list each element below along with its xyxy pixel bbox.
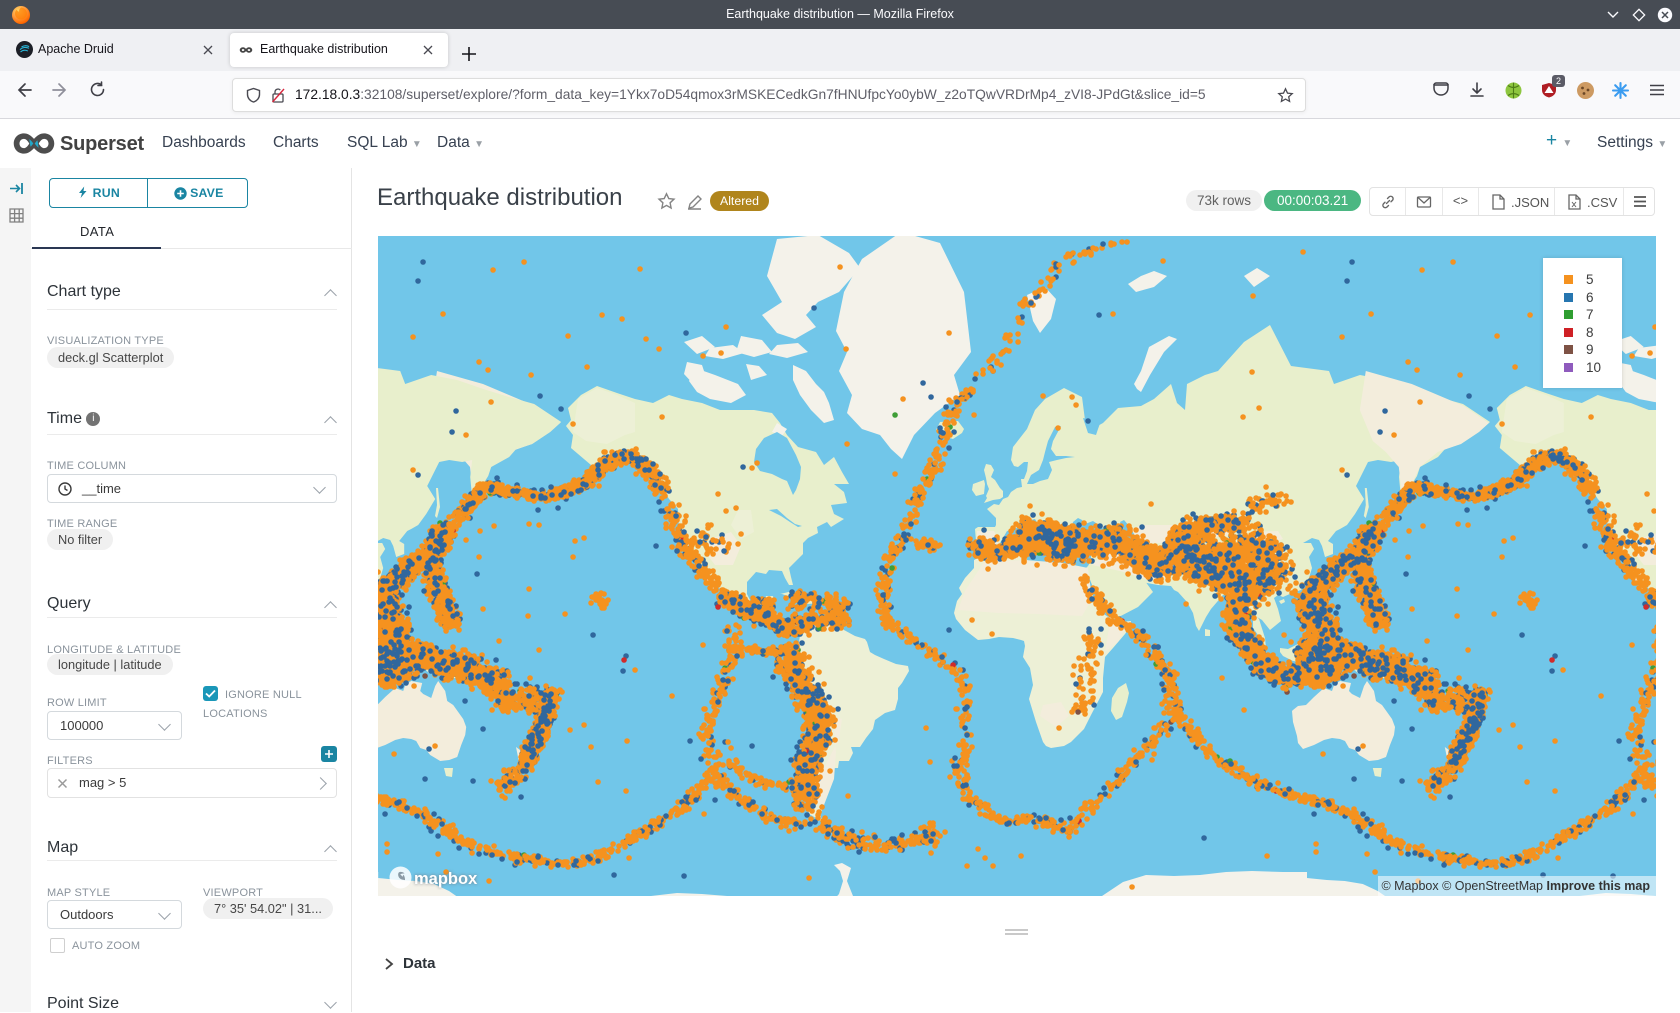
svg-text:mapbox: mapbox: [414, 870, 478, 888]
